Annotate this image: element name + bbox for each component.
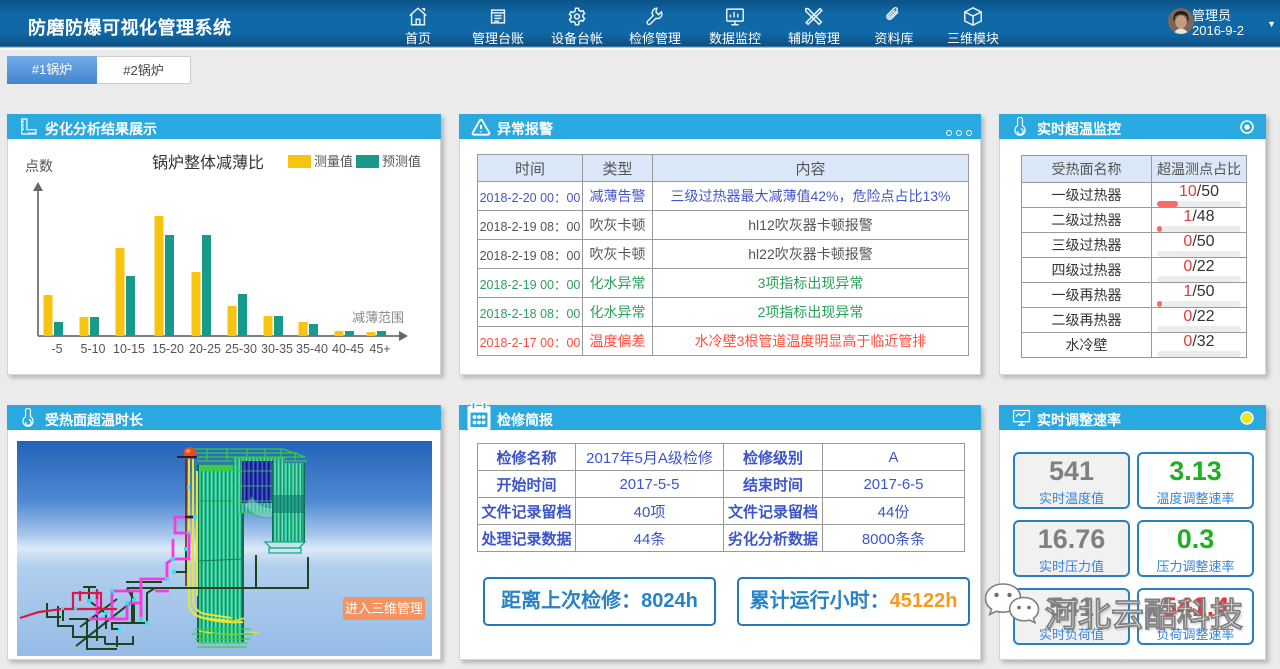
svg-text:35-40: 35-40 — [296, 342, 328, 356]
svg-text:减薄范围: 减薄范围 — [352, 310, 404, 325]
svg-text:25-30: 25-30 — [225, 342, 257, 356]
svg-text:点数: 点数 — [25, 158, 53, 174]
svg-text:40-45: 40-45 — [332, 342, 364, 356]
svg-text:5-10: 5-10 — [80, 342, 105, 356]
svg-text:-5: -5 — [51, 342, 62, 356]
svg-text:10-15: 10-15 — [113, 342, 145, 356]
svg-text:15-20: 15-20 — [152, 342, 184, 356]
svg-text:20-25: 20-25 — [189, 342, 221, 356]
svg-text:45+: 45+ — [369, 342, 390, 356]
svg-text:30-35: 30-35 — [261, 342, 293, 356]
svg-text:预测值: 预测值 — [382, 154, 421, 169]
svg-text:锅炉整体减薄比: 锅炉整体减薄比 — [152, 154, 264, 172]
svg-text:测量值: 测量值 — [314, 154, 353, 169]
